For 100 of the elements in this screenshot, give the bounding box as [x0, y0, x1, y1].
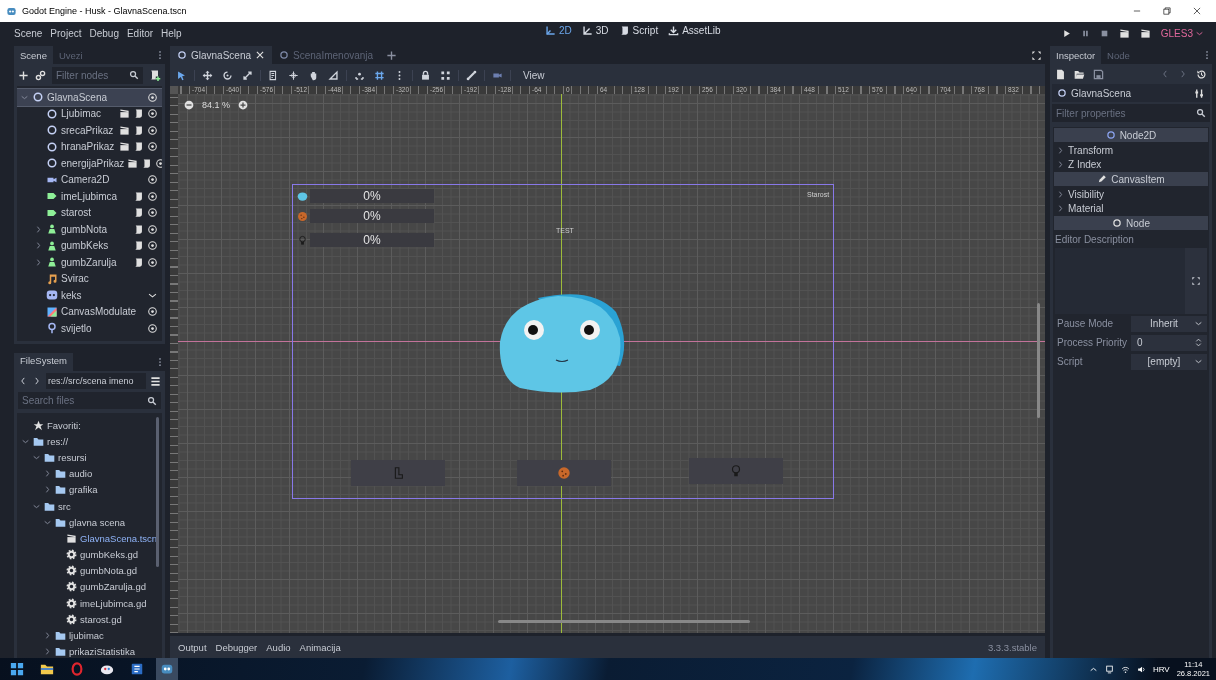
panel-tab[interactable]: Debugger — [215, 641, 258, 653]
caret-icon[interactable] — [43, 485, 52, 495]
tree-item[interactable]: CanvasModulate — [17, 303, 162, 320]
script-icon[interactable] — [133, 256, 144, 268]
clapperboard-icon[interactable] — [119, 124, 130, 136]
expand-icon[interactable] — [1191, 276, 1201, 286]
filter-field[interactable]: Filter properties — [1052, 104, 1210, 122]
tree-item[interactable]: gumbZarulja — [17, 254, 162, 271]
tree-item[interactable]: Camera2D — [17, 171, 162, 188]
clapperboard-icon[interactable] — [119, 141, 130, 153]
clapperboard-icon[interactable] — [119, 108, 130, 120]
tree-item[interactable]: svijetlo — [17, 320, 162, 337]
zoom-level[interactable]: 84.1 % — [202, 100, 231, 110]
close-icon[interactable] — [255, 50, 266, 60]
list-view-icon[interactable] — [150, 375, 161, 387]
workspace-tab[interactable]: 2D — [545, 25, 572, 36]
path-field[interactable]: res://src/scena imeno — [46, 373, 146, 389]
tree-item[interactable]: imeLjubimca — [17, 188, 162, 205]
tab[interactable]: Inspector — [1050, 46, 1102, 64]
caret-icon[interactable] — [1056, 159, 1065, 169]
speaker-icon[interactable] — [1136, 664, 1146, 674]
wifi-icon[interactable] — [1120, 664, 1130, 674]
section-toggle[interactable]: Transform — [1053, 143, 1209, 157]
caret-icon[interactable] — [34, 241, 43, 251]
list-icon[interactable] — [268, 69, 279, 81]
dropdown[interactable]: Inherit — [1131, 315, 1207, 332]
eye-icon[interactable] — [147, 223, 158, 235]
script-icon[interactable] — [141, 157, 153, 169]
eye-icon[interactable] — [147, 190, 158, 202]
file-item[interactable]: resursi — [17, 449, 162, 466]
caret-icon[interactable] — [34, 257, 43, 267]
menu-item[interactable]: Help — [157, 25, 186, 41]
caret-icon[interactable] — [43, 631, 52, 641]
eye-icon[interactable] — [147, 174, 158, 186]
workspace-tab[interactable]: Script — [618, 25, 659, 36]
script-icon[interactable] — [133, 240, 144, 252]
caret-icon[interactable] — [34, 224, 43, 234]
eye-icon[interactable] — [147, 91, 158, 103]
tree-item[interactable]: gumbNota — [17, 221, 162, 238]
caret-icon[interactable] — [43, 469, 52, 479]
panel-tab[interactable]: Audio — [266, 641, 291, 653]
file-item[interactable]: GlavnaScena.tscn — [17, 530, 162, 547]
script-icon[interactable] — [133, 190, 144, 202]
eye-icon[interactable] — [147, 124, 158, 136]
crosshair-icon[interactable] — [288, 69, 299, 81]
new-resource-icon[interactable] — [1055, 68, 1066, 80]
file-item[interactable]: imeLjubimca.gd — [17, 595, 162, 612]
cursor-icon[interactable] — [176, 69, 187, 81]
file-item[interactable]: audio — [17, 465, 162, 482]
caret-icon[interactable] — [43, 647, 52, 657]
pause-icon[interactable] — [1080, 28, 1090, 38]
script-icon[interactable] — [133, 141, 144, 153]
text-area-field[interactable] — [1055, 248, 1207, 314]
script-icon[interactable] — [133, 223, 144, 235]
file-item[interactable]: Favoriti: — [17, 417, 162, 434]
move-icon[interactable] — [202, 69, 213, 81]
menu-item[interactable]: Project — [46, 25, 86, 41]
tree-item[interactable]: keks — [17, 287, 162, 304]
section-toggle[interactable]: Material — [1053, 201, 1209, 215]
eye-icon[interactable] — [147, 141, 158, 153]
clapperboard-icon[interactable] — [1118, 27, 1130, 39]
clapperboard-icon[interactable] — [127, 157, 139, 169]
tree-item[interactable]: energijaPrikaz — [17, 155, 162, 172]
panel-tab[interactable]: Output — [178, 641, 207, 653]
section-toggle[interactable]: Z Index — [1053, 157, 1209, 171]
ruler-icon[interactable] — [328, 69, 339, 81]
script-icon[interactable] — [133, 124, 144, 136]
file-item[interactable]: grafika — [17, 481, 162, 498]
stop-icon[interactable] — [1099, 28, 1109, 38]
workspace-tab[interactable]: 3D — [581, 25, 609, 36]
eye-icon[interactable] — [147, 306, 158, 318]
eye-icon[interactable] — [147, 240, 158, 252]
menu-item[interactable]: Debug — [85, 25, 123, 41]
scrollbar[interactable] — [156, 417, 159, 567]
file-item[interactable]: res:// — [17, 433, 162, 450]
tree-item[interactable]: starost — [17, 204, 162, 221]
script-add-icon[interactable] — [149, 69, 161, 81]
script-icon[interactable] — [133, 207, 144, 219]
rotate-icon[interactable] — [222, 69, 233, 81]
add-icon[interactable] — [386, 49, 398, 61]
caret-icon[interactable] — [1056, 203, 1065, 213]
bone-icon[interactable] — [466, 69, 477, 81]
play-icon[interactable] — [1061, 28, 1071, 38]
script-icon[interactable] — [133, 108, 144, 120]
panel-tab[interactable]: Animacija — [299, 641, 341, 653]
tree-item[interactable]: gumbKeks — [17, 237, 162, 254]
caret-icon[interactable] — [1056, 189, 1065, 199]
resize-icon[interactable] — [242, 69, 253, 81]
workspace-tab[interactable]: AssetLib — [668, 25, 721, 36]
tree-item[interactable]: srecaPrikaz — [17, 122, 162, 139]
view-menu[interactable]: View — [519, 67, 549, 83]
clapperboard-icon[interactable] — [1139, 27, 1151, 39]
tree-item[interactable]: hranaPrikaz — [17, 138, 162, 155]
hand-icon[interactable] — [308, 69, 319, 81]
device-icon[interactable] — [1104, 664, 1114, 674]
eye-icon[interactable] — [147, 256, 158, 268]
zoom-out-icon[interactable] — [184, 100, 194, 110]
tree-item[interactable]: Ljubimac — [17, 105, 162, 122]
tree-item[interactable]: Svirac — [17, 270, 162, 287]
file-item[interactable]: gumbNota.gd — [17, 562, 162, 579]
